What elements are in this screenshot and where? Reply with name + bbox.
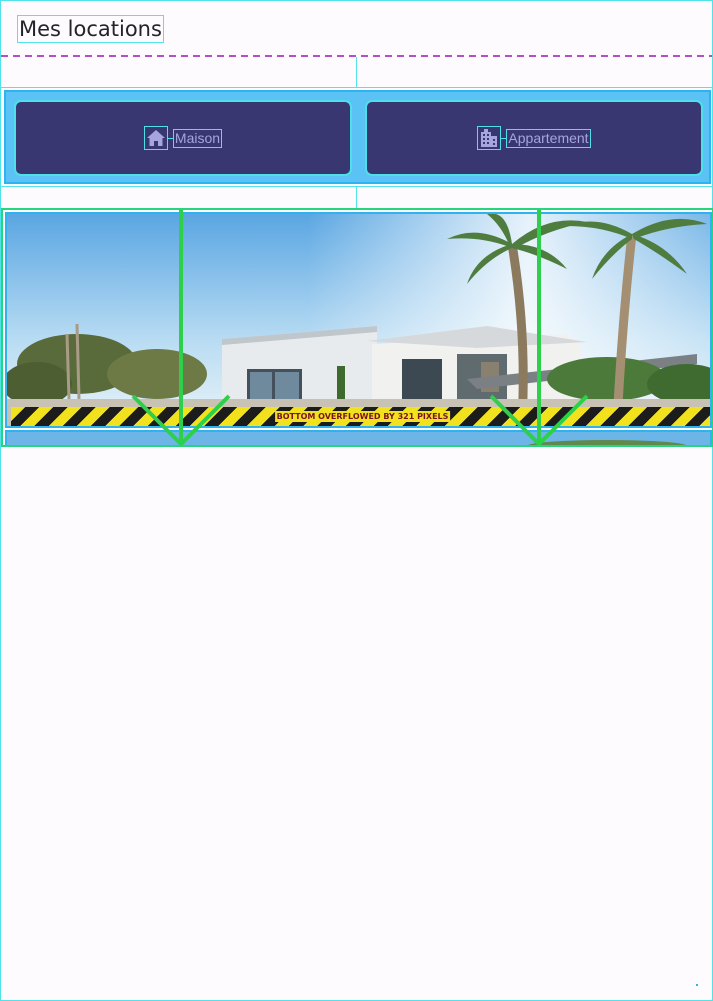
rental-card-image[interactable]: BOTTOM OVERFLOWED BY 321 PIXELS (5, 212, 712, 428)
overflow-warning-text: BOTTOM OVERFLOWED BY 321 PIXELS (274, 411, 451, 422)
debug-dot (696, 984, 698, 986)
property-type-selector: Maison Appartement (4, 90, 711, 184)
filter-label-maison: Maison (172, 128, 223, 148)
filter-button-maison[interactable]: Maison (14, 100, 352, 176)
page-title: Mes locations (17, 15, 164, 43)
filter-button-appartement[interactable]: Appartement (365, 100, 703, 176)
guide-vertical-top (356, 57, 357, 88)
filter-label-appartement: Appartement (506, 128, 591, 148)
house-photo-second (7, 432, 710, 445)
house-photo (7, 214, 710, 426)
apartment-icon (477, 126, 502, 150)
rental-list[interactable]: BOTTOM OVERFLOWED BY 321 PIXELS (1, 208, 713, 447)
appbar-divider (1, 55, 712, 57)
home-icon (143, 126, 168, 150)
app-screen: Mes locations Maison Appartement BOTTOM … (0, 0, 713, 1001)
overflow-warning-stripe: BOTTOM OVERFLOWED BY 321 PIXELS (11, 407, 710, 426)
rental-card-image-second[interactable] (5, 430, 712, 445)
guide-vertical-bottom (356, 186, 357, 208)
